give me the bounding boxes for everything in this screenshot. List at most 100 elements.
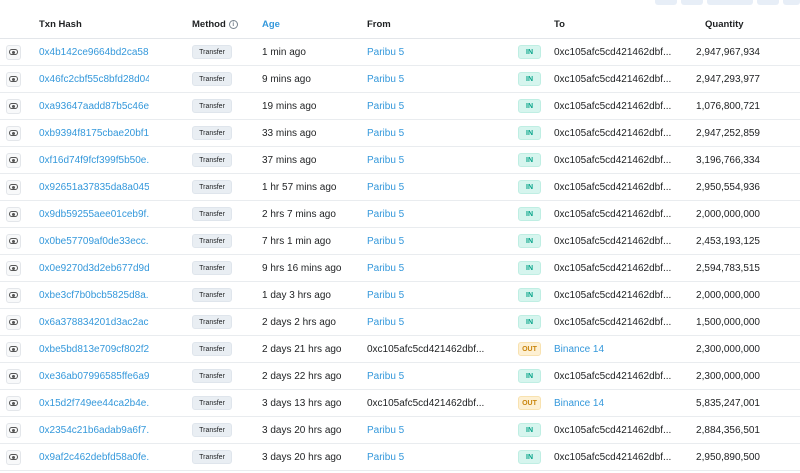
view-details-button[interactable] [6, 363, 21, 389]
txn-hash-link[interactable]: 0x92651a37835da8a045... [39, 174, 149, 200]
method-cell: Transfer [192, 417, 232, 443]
table-row: 0x4b142ce9664bd2ca58... Transfer 1 min ago… [0, 39, 800, 66]
txn-hash-link[interactable]: 0x46fc2cbf55c8bfd28d04... [39, 66, 149, 92]
table-row: 0xbe3cf7b0bcb5825d8a... Transfer 1 day 3 h… [0, 282, 800, 309]
to-address[interactable]: Binance 14 [554, 336, 604, 362]
eye-icon [9, 346, 18, 352]
age-text: 19 mins ago [262, 100, 317, 112]
age-text: 9 hrs 16 mins ago [262, 262, 342, 274]
direction-badge: IN [518, 180, 541, 194]
method-cell: Transfer [192, 282, 232, 308]
txn-hash-link[interactable]: 0x0be57709af0de33ecc... [39, 228, 149, 254]
view-details-button[interactable] [6, 417, 21, 443]
from-address[interactable]: Paribu 5 [367, 39, 404, 65]
view-details-button[interactable] [6, 39, 21, 65]
view-details-button[interactable] [6, 201, 21, 227]
quantity-value: 2,884,356,501 [696, 424, 760, 436]
from-address[interactable]: Paribu 5 [367, 174, 404, 200]
direction-badge: IN [518, 423, 541, 437]
method-badge: Transfer [192, 423, 232, 437]
from-address[interactable]: Paribu 5 [367, 147, 404, 173]
from-address[interactable]: Paribu 5 [367, 363, 404, 389]
method-cell: Transfer [192, 147, 232, 173]
view-details-button[interactable] [6, 309, 21, 335]
from-address[interactable]: Paribu 5 [367, 444, 404, 470]
view-details-button[interactable] [6, 390, 21, 416]
txn-hash-link[interactable]: 0x6a378834201d3ac2ac... [39, 309, 149, 335]
txn-hash-link[interactable]: 0xbe5bd813e709cf802f2... [39, 336, 149, 362]
method-badge: Transfer [192, 396, 232, 410]
column-header-age[interactable]: Age [262, 11, 280, 38]
direction-badge: OUT [518, 396, 541, 410]
column-header-method-label: Method [192, 19, 226, 30]
direction-cell: IN [518, 228, 541, 254]
txn-hash-link[interactable]: 0xf16d74f9fcf399f5b50e... [39, 147, 149, 173]
eye-icon [9, 157, 18, 163]
direction-badge: IN [518, 207, 541, 221]
direction-badge: IN [518, 315, 541, 329]
table-row: 0x46fc2cbf55c8bfd28d04... Transfer 9 mins … [0, 66, 800, 93]
txn-hash-link[interactable]: 0xa93647aadd87b5c46e... [39, 93, 149, 119]
txn-hash-link[interactable]: 0xe36ab07996585ffe6a9... [39, 363, 149, 389]
view-details-button[interactable] [6, 228, 21, 254]
quantity-value: 1,500,000,000 [696, 316, 760, 328]
age-text: 2 days 21 hrs ago [262, 343, 342, 355]
method-badge: Transfer [192, 72, 232, 86]
direction-badge: IN [518, 126, 541, 140]
from-address[interactable]: Paribu 5 [367, 201, 404, 227]
table-row: 0x2354c21b6adab9a6f7... Transfer 3 days 20… [0, 417, 800, 444]
table-row: 0xb9394f8175cbae20bf1... Transfer 33 mins … [0, 120, 800, 147]
eye-icon [9, 265, 18, 271]
txn-hash-link[interactable]: 0xb9394f8175cbae20bf1... [39, 120, 149, 146]
view-details-button[interactable] [6, 336, 21, 362]
quantity-value: 2,594,783,515 [696, 262, 760, 274]
column-header-quantity: Quantity [705, 19, 744, 30]
table-row: 0x15d2f749ee44ca2b4e... Transfer 3 days 13… [0, 390, 800, 417]
to-address[interactable]: Binance 14 [554, 390, 604, 416]
from-address[interactable]: Paribu 5 [367, 255, 404, 281]
from-address[interactable]: Paribu 5 [367, 93, 404, 119]
pagination-first-button[interactable] [655, 0, 677, 5]
from-address[interactable]: Paribu 5 [367, 228, 404, 254]
quantity-value: 2,947,293,977 [696, 73, 760, 85]
age-text: 1 hr 57 mins ago [262, 181, 337, 193]
table-header: Txn Hash Method i Age From To Quantity [0, 11, 800, 39]
age-text: 2 days 2 hrs ago [262, 316, 336, 328]
view-details-button[interactable] [6, 120, 21, 146]
pagination-prev-button[interactable] [681, 0, 703, 5]
txn-hash-link[interactable]: 0x15d2f749ee44ca2b4e... [39, 390, 149, 416]
view-details-button[interactable] [6, 93, 21, 119]
txn-hash-link[interactable]: 0x4b142ce9664bd2ca58... [39, 39, 149, 65]
method-cell: Transfer [192, 309, 232, 335]
view-details-button[interactable] [6, 444, 21, 470]
view-details-button[interactable] [6, 255, 21, 281]
view-details-button[interactable] [6, 282, 21, 308]
method-cell: Transfer [192, 66, 232, 92]
from-address[interactable]: Paribu 5 [367, 417, 404, 443]
txn-hash-link[interactable]: 0x0e9270d3d2eb677d9d... [39, 255, 149, 281]
method-badge: Transfer [192, 180, 232, 194]
direction-cell: IN [518, 201, 541, 227]
view-details-button[interactable] [6, 147, 21, 173]
from-address[interactable]: Paribu 5 [367, 120, 404, 146]
pagination-next-button[interactable] [757, 0, 779, 5]
to-address: 0xc105afc5cd421462dbf... [554, 154, 672, 166]
from-address[interactable]: Paribu 5 [367, 66, 404, 92]
view-details-button[interactable] [6, 174, 21, 200]
direction-cell: IN [518, 417, 541, 443]
eye-icon [9, 184, 18, 190]
info-circle-icon[interactable]: i [228, 20, 238, 29]
from-address[interactable]: Paribu 5 [367, 309, 404, 335]
txn-hash-link[interactable]: 0x2354c21b6adab9a6f7... [39, 417, 149, 443]
txn-hash-link[interactable]: 0x9af2c462debfd58a0fe... [39, 444, 149, 470]
direction-badge: IN [518, 99, 541, 113]
from-address[interactable]: Paribu 5 [367, 282, 404, 308]
method-cell: Transfer [192, 93, 232, 119]
view-details-button[interactable] [6, 66, 21, 92]
eye-icon [9, 319, 18, 325]
direction-cell: IN [518, 120, 541, 146]
txn-hash-link[interactable]: 0x9db59255aee01ceb9f... [39, 201, 149, 227]
table-row: 0x9db59255aee01ceb9f... Transfer 2 hrs 7 m… [0, 201, 800, 228]
pagination-last-button[interactable] [783, 0, 800, 5]
txn-hash-link[interactable]: 0xbe3cf7b0bcb5825d8a... [39, 282, 149, 308]
